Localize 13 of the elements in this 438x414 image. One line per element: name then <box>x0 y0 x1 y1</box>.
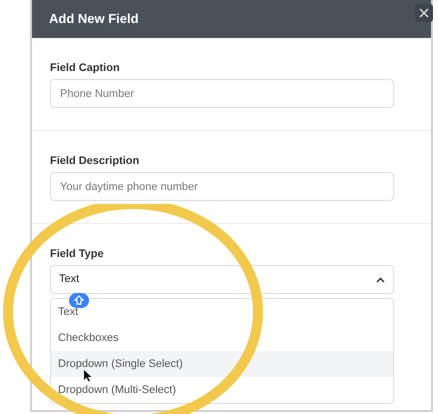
cursor-icon <box>84 370 92 382</box>
text-field[interactable]: Phone Number <box>50 79 394 108</box>
field-label: Field Caption <box>50 62 121 75</box>
select-value: Text <box>59 272 80 288</box>
text-field[interactable]: Your daytime phone number <box>50 172 394 201</box>
dropdown-option[interactable]: Dropdown (Single Select) <box>51 351 393 377</box>
field-label: Field Description <box>50 155 140 168</box>
select-field[interactable]: Text <box>50 265 394 294</box>
close-icon <box>419 8 429 18</box>
dialog-title: Add New Field <box>49 10 139 28</box>
close-button[interactable] <box>415 4 433 22</box>
field-label: Field Type <box>50 248 105 261</box>
chevron-icon <box>376 276 385 282</box>
